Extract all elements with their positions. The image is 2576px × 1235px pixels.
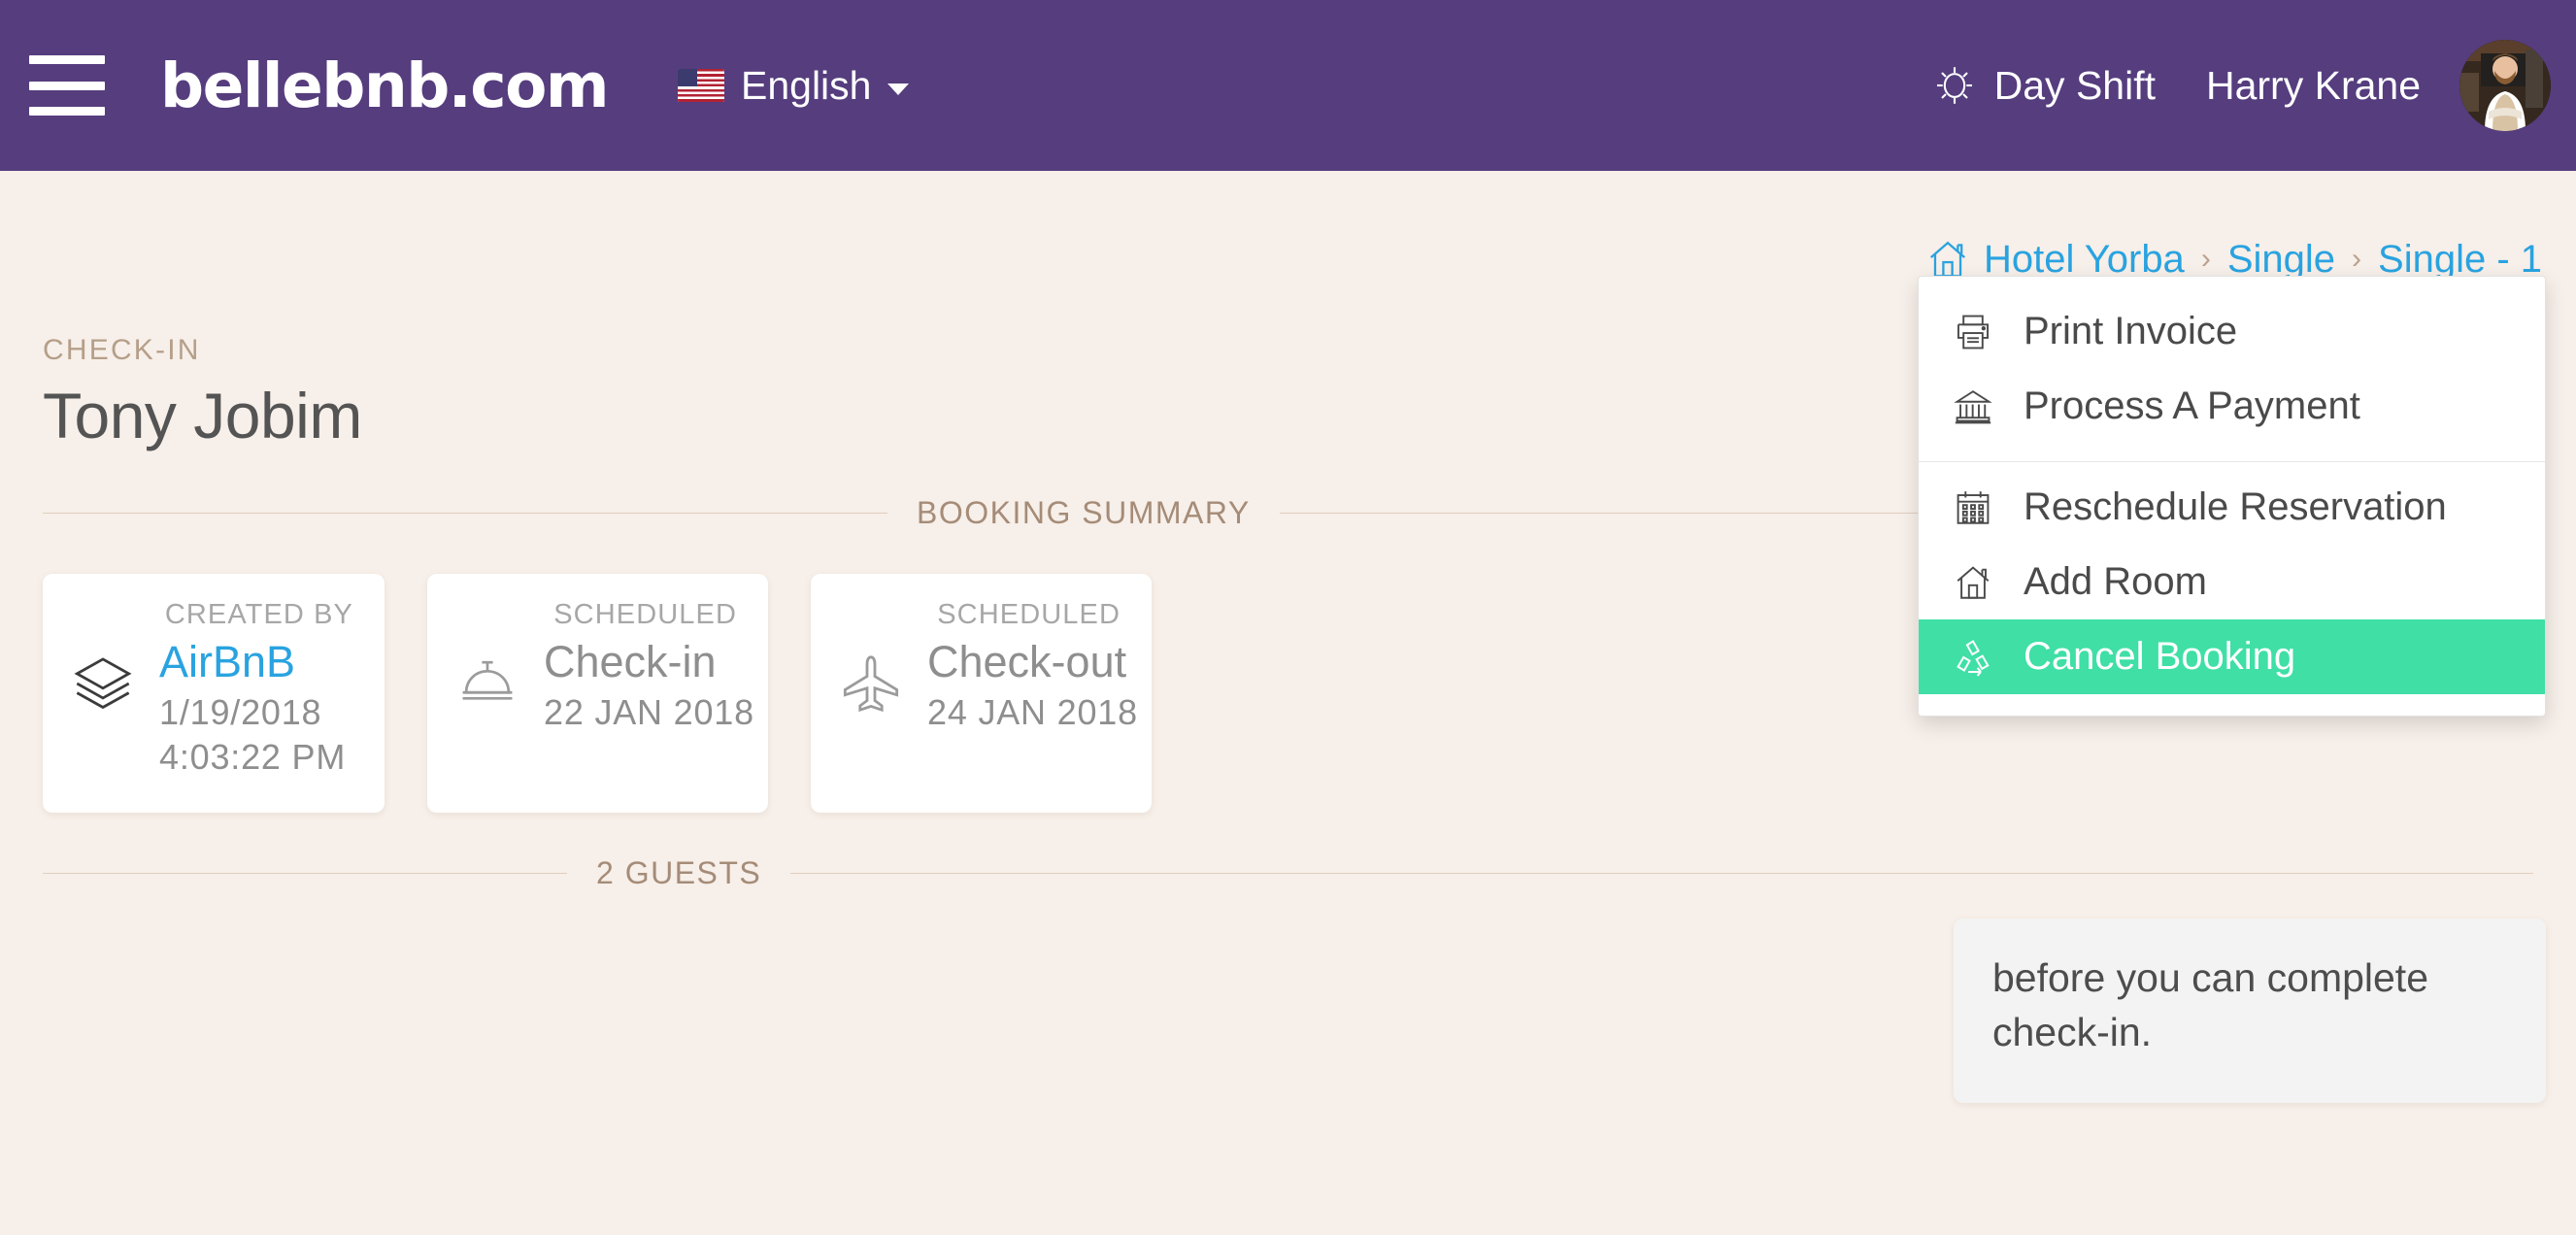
hamburger-bar <box>29 55 105 64</box>
avatar-photo <box>2459 40 2551 131</box>
breadcrumb-item-room[interactable]: Single - 1 <box>2378 238 2542 282</box>
bank-icon <box>1952 385 1994 428</box>
divider-line <box>43 513 887 514</box>
recycle-icon <box>1952 636 1994 679</box>
hamburger-menu-icon[interactable] <box>29 55 105 116</box>
breadcrumb: Hotel Yorba › Single › Single - 1 <box>29 171 2547 282</box>
calendar-icon <box>1952 486 1994 529</box>
avatar[interactable] <box>2459 40 2551 131</box>
language-label: English <box>741 62 872 108</box>
brand-logo[interactable]: bellebnb.com <box>160 50 610 121</box>
guests-divider: 2 GUESTS <box>43 855 2533 891</box>
menu-item-add-room[interactable]: Add Room <box>1919 545 2545 619</box>
created-by-time: 4:03:22 PM <box>159 737 347 778</box>
page-title-group: CHECK-IN Tony Jobim <box>43 334 362 452</box>
check-out-label: Check-out <box>927 637 1127 686</box>
card-label: SCHEDULED <box>937 599 1121 630</box>
check-in-card: SCHEDULED Check-in 22 JAN 2018 <box>427 574 768 814</box>
day-shift-label: Day Shift <box>1993 62 2156 108</box>
check-out-card: SCHEDULED Check-out 24 JAN 2018 <box>811 574 1152 814</box>
house-icon <box>1952 561 1994 604</box>
sun-icon <box>1936 67 1972 104</box>
created-by-date: 1/19/2018 <box>159 692 322 733</box>
booking-summary-label: BOOKING SUMMARY <box>917 495 1251 530</box>
printer-icon <box>1952 311 1994 353</box>
page-kicker: CHECK-IN <box>43 334 201 366</box>
menu-divider <box>1919 461 2545 462</box>
chevron-down-icon <box>887 83 910 95</box>
menu-item-label: Process A Payment <box>2024 384 2360 427</box>
layers-icon <box>72 639 138 715</box>
menu-item-cancel-booking[interactable]: Cancel Booking <box>1919 619 2545 694</box>
check-in-label: Check-in <box>544 637 717 686</box>
divider-line <box>43 873 567 875</box>
breadcrumb-item-hotel[interactable]: Hotel Yorba <box>1984 238 2185 282</box>
check-in-notice-text: before you can complete check-in. <box>1992 955 2428 1054</box>
airplane-icon <box>840 639 906 715</box>
service-bell-icon <box>456 639 522 707</box>
hamburger-bar <box>29 81 105 90</box>
menu-item-label: Cancel Booking <box>2024 635 2296 678</box>
topbar-right-group: Day Shift Harry Krane <box>1932 40 2551 131</box>
check-out-date: 24 JAN 2018 <box>927 692 1138 733</box>
page-content: Hotel Yorba › Single › Single - 1 CHECK-… <box>0 171 2576 1103</box>
menu-item-label: Add Room <box>2024 560 2207 603</box>
user-name-label[interactable]: Harry Krane <box>2206 63 2421 109</box>
page-title: Tony Jobim <box>43 380 362 451</box>
actions-dropdown-menu: Print Invoice Process A Payment Reschedu… <box>1918 276 2546 717</box>
menu-bottom-padding <box>1919 694 2545 716</box>
language-selector[interactable]: English <box>678 62 910 109</box>
breadcrumb-separator: › <box>2352 243 2362 275</box>
breadcrumb-item-roomtype[interactable]: Single <box>2227 238 2335 282</box>
menu-item-print-invoice[interactable]: Print Invoice <box>1919 294 2545 369</box>
divider-line <box>790 873 2533 875</box>
created-by-card: CREATED BY AirBnB 1/19/2018 4:03:22 PM <box>43 574 385 814</box>
us-flag-icon <box>678 69 724 102</box>
hamburger-bar <box>29 107 105 116</box>
menu-item-label: Print Invoice <box>2024 310 2238 352</box>
breadcrumb-separator: › <box>2200 243 2211 275</box>
top-navigation-bar: bellebnb.com English Day Shift Harry Kra… <box>0 0 2576 171</box>
card-label: CREATED BY <box>164 599 353 630</box>
created-by-source[interactable]: AirBnB <box>159 639 353 685</box>
check-in-notice-card: before you can complete check-in. <box>1954 918 2546 1103</box>
menu-item-label: Reschedule Reservation <box>2024 485 2447 528</box>
day-shift-toggle[interactable]: Day Shift <box>1932 63 2156 109</box>
guests-label: 2 GUESTS <box>596 855 762 891</box>
menu-item-process-payment[interactable]: Process A Payment <box>1919 369 2545 444</box>
card-label: SCHEDULED <box>553 599 737 630</box>
menu-item-reschedule-reservation[interactable]: Reschedule Reservation <box>1919 470 2545 545</box>
check-in-date: 22 JAN 2018 <box>544 692 754 733</box>
